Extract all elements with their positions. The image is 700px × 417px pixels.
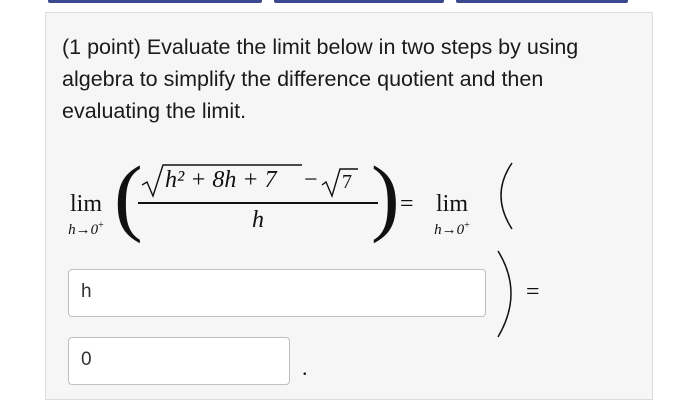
right-paren-tall bbox=[497, 250, 512, 338]
tab-indicator-1[interactable] bbox=[48, 0, 262, 3]
lim-subscript: h→0+ bbox=[58, 217, 114, 239]
answer-input-numerator[interactable]: h bbox=[68, 269, 486, 317]
fraction-bar bbox=[138, 202, 378, 204]
radicand-seven: 7 bbox=[342, 171, 352, 193]
sentence-period: . bbox=[302, 355, 308, 380]
top-tab-strip bbox=[0, 0, 700, 6]
minus-sign: − bbox=[304, 167, 318, 193]
lim-sub-sup-2: + bbox=[464, 220, 470, 231]
lim-sub-var-2: h→0 bbox=[434, 222, 465, 238]
fraction-denominator: h bbox=[252, 207, 264, 233]
equals-sign-2: = bbox=[526, 279, 540, 305]
left-paren-tall bbox=[500, 162, 513, 230]
lim-sub-var: h→0 bbox=[68, 222, 99, 238]
lim-sub-sup: + bbox=[98, 220, 104, 231]
radicand-text: h² + 8h + 7 bbox=[165, 167, 277, 193]
right-paren-large: ) bbox=[371, 148, 400, 244]
equals-sign: = bbox=[400, 191, 414, 217]
problem-prompt: (1 point) Evaluate the limit below in tw… bbox=[62, 35, 579, 123]
problem-card: (1 point) Evaluate the limit below in tw… bbox=[45, 12, 653, 400]
lim-word-2: lim bbox=[435, 191, 468, 217]
limit-operator-right: lim h→0+ bbox=[424, 191, 480, 239]
fraction-numerator: h² + 8h + 7 − 7 bbox=[138, 163, 378, 199]
tab-indicator-3[interactable] bbox=[456, 0, 628, 3]
tab-indicator-2[interactable] bbox=[274, 0, 444, 3]
limit-operator-left: lim h→0+ bbox=[58, 191, 114, 239]
lim-word: lim bbox=[69, 191, 102, 217]
lim-subscript-2: h→0+ bbox=[424, 217, 480, 239]
radical-sign-inner bbox=[321, 168, 358, 199]
answer-input-limit[interactable]: 0 bbox=[68, 337, 290, 385]
